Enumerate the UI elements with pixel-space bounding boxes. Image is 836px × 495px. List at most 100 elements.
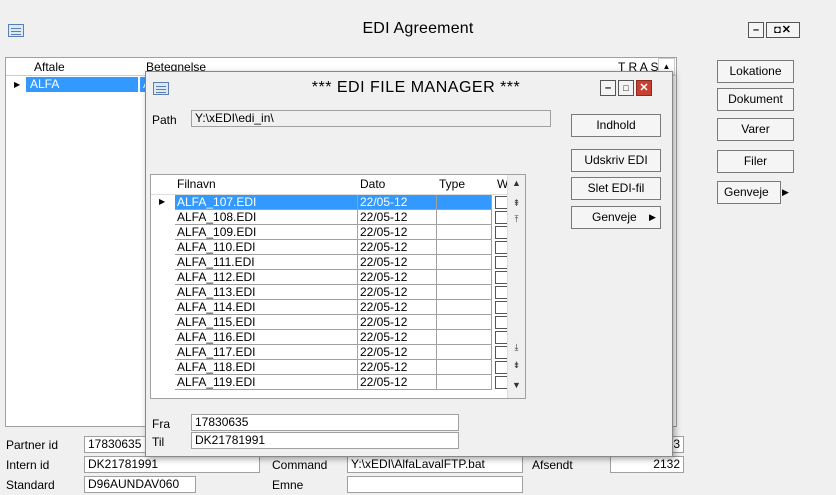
- standard-field[interactable]: D96AUNDAV060: [84, 476, 196, 493]
- varer-button[interactable]: Varer: [717, 118, 794, 141]
- file-row[interactable]: ALFA_108.EDI 22/05-12: [151, 210, 508, 225]
- lokation-button[interactable]: Lokatione: [717, 60, 794, 83]
- file-name-cell[interactable]: ALFA_118.EDI: [175, 360, 358, 375]
- partner-id-label: Partner id: [6, 438, 59, 452]
- file-name-cell[interactable]: ALFA_117.EDI: [175, 345, 358, 360]
- dialog-genveje-arrow-icon: ▶: [649, 212, 656, 222]
- grid-cell-aftale[interactable]: ALFA: [26, 77, 138, 92]
- scroll-pagedown-icon[interactable]: ⇟: [510, 359, 523, 372]
- file-rows: ▶ ALFA_107.EDI 22/05-12 ALFA_108.EDI 22/05-1…: [151, 195, 508, 398]
- file-row[interactable]: ALFA_118.EDI 22/05-12: [151, 360, 508, 375]
- fra-field[interactable]: 17830635: [191, 414, 459, 431]
- genveje-arrow-icon: ▶: [782, 187, 789, 197]
- file-type-cell[interactable]: [437, 225, 492, 240]
- file-row[interactable]: ALFA_111.EDI 22/05-12: [151, 255, 508, 270]
- file-row[interactable]: ALFA_110.EDI 22/05-12: [151, 240, 508, 255]
- file-table-scrollbar[interactable]: ▲ ⇞ ⤒ ⤓ ⇟ ▼: [507, 175, 525, 398]
- file-type-cell[interactable]: [437, 240, 492, 255]
- path-label: Path: [152, 113, 177, 127]
- file-date-cell[interactable]: 22/05-12: [358, 255, 437, 270]
- file-row[interactable]: ▶ ALFA_107.EDI 22/05-12: [151, 195, 508, 210]
- indhold-button[interactable]: Indhold: [571, 114, 661, 137]
- file-type-cell[interactable]: [437, 195, 492, 210]
- file-type-cell[interactable]: [437, 300, 492, 315]
- file-type-cell[interactable]: [437, 210, 492, 225]
- til-field[interactable]: DK21781991: [191, 432, 459, 449]
- file-name-cell[interactable]: ALFA_112.EDI: [175, 270, 358, 285]
- scroll-bottom-icon[interactable]: ⤓: [510, 341, 523, 354]
- genveje-button[interactable]: Genveje: [717, 181, 781, 204]
- col-aftale: Aftale: [34, 60, 65, 74]
- dialog-maximize-button[interactable]: □: [618, 80, 634, 96]
- file-row[interactable]: ALFA_112.EDI 22/05-12: [151, 270, 508, 285]
- file-date-cell[interactable]: 22/05-12: [358, 240, 437, 255]
- file-date-cell[interactable]: 22/05-12: [358, 225, 437, 240]
- file-date-cell[interactable]: 22/05-12: [358, 360, 437, 375]
- col-type: Type: [439, 177, 466, 191]
- file-name-cell[interactable]: ALFA_110.EDI: [175, 240, 358, 255]
- emne-label: Emne: [272, 478, 304, 492]
- file-row[interactable]: ALFA_119.EDI 22/05-12: [151, 375, 508, 390]
- command-field[interactable]: Y:\xEDI\AlfaLavalFTP.bat: [347, 456, 523, 473]
- dialog-app-icon: [153, 82, 169, 95]
- file-table-header: Filnavn Dato Type W: [151, 175, 508, 195]
- file-date-cell[interactable]: 22/05-12: [358, 375, 437, 390]
- dialog-minimize-button[interactable]: –: [600, 80, 616, 96]
- file-name-cell[interactable]: ALFA_107.EDI: [175, 195, 358, 210]
- file-name-cell[interactable]: ALFA_111.EDI: [175, 255, 358, 270]
- file-date-cell[interactable]: 22/05-12: [358, 195, 437, 210]
- scroll-pageup-icon[interactable]: ⇞: [510, 197, 523, 210]
- scroll-down-icon[interactable]: ▼: [510, 379, 523, 392]
- file-name-cell[interactable]: ALFA_115.EDI: [175, 315, 358, 330]
- dialog-close-button[interactable]: ✕: [636, 80, 652, 96]
- dokument-button[interactable]: Dokument: [717, 88, 794, 111]
- file-type-cell[interactable]: [437, 330, 492, 345]
- file-type-cell[interactable]: [437, 255, 492, 270]
- file-date-cell[interactable]: 22/05-12: [358, 270, 437, 285]
- dialog-title: *** EDI FILE MANAGER ***: [311, 79, 521, 96]
- minimize-button[interactable]: –: [748, 22, 764, 38]
- file-name-cell[interactable]: ALFA_113.EDI: [175, 285, 358, 300]
- intern-id-field[interactable]: DK21781991: [84, 456, 260, 473]
- afsendt-field[interactable]: 2132: [610, 456, 684, 473]
- file-name-cell[interactable]: ALFA_114.EDI: [175, 300, 358, 315]
- row-pointer-icon: ▶: [14, 80, 21, 89]
- file-row[interactable]: ALFA_109.EDI 22/05-12: [151, 225, 508, 240]
- afsendt-label: Afsendt: [532, 458, 573, 472]
- intern-id-label: Intern id: [6, 458, 50, 472]
- file-row[interactable]: ALFA_117.EDI 22/05-12: [151, 345, 508, 360]
- partner-id-field[interactable]: 17830635: [84, 436, 146, 453]
- file-name-cell[interactable]: ALFA_109.EDI: [175, 225, 358, 240]
- file-name-cell[interactable]: ALFA_116.EDI: [175, 330, 358, 345]
- file-date-cell[interactable]: 22/05-12: [358, 345, 437, 360]
- slet-edi-fil-button[interactable]: Slet EDI-fil: [571, 177, 661, 200]
- file-name-cell[interactable]: ALFA_108.EDI: [175, 210, 358, 225]
- file-type-cell[interactable]: [437, 375, 492, 390]
- udskriv-edi-button[interactable]: Udskriv EDI: [571, 149, 661, 172]
- file-type-cell[interactable]: [437, 315, 492, 330]
- file-date-cell[interactable]: 22/05-12: [358, 285, 437, 300]
- file-row[interactable]: ALFA_116.EDI 22/05-12: [151, 330, 508, 345]
- file-row[interactable]: ALFA_115.EDI 22/05-12: [151, 315, 508, 330]
- col-filnavn: Filnavn: [177, 177, 216, 191]
- file-date-cell[interactable]: 22/05-12: [358, 330, 437, 345]
- file-date-cell[interactable]: 22/05-12: [358, 315, 437, 330]
- filer-button[interactable]: Filer: [717, 150, 794, 173]
- emne-field[interactable]: [347, 476, 523, 493]
- scroll-up-icon[interactable]: ▲: [510, 177, 523, 190]
- file-name-cell[interactable]: ALFA_119.EDI: [175, 375, 358, 390]
- path-field[interactable]: Y:\xEDI\edi_in\: [191, 110, 551, 127]
- standard-label: Standard: [6, 478, 55, 492]
- file-type-cell[interactable]: [437, 345, 492, 360]
- row-pointer-icon: ▶: [159, 197, 166, 206]
- file-type-cell[interactable]: [437, 285, 492, 300]
- file-date-cell[interactable]: 22/05-12: [358, 300, 437, 315]
- file-row[interactable]: ALFA_114.EDI 22/05-12: [151, 300, 508, 315]
- restore-close-button[interactable]: ◘✕: [766, 22, 800, 38]
- dialog-genveje-button[interactable]: Genveje: [571, 206, 661, 229]
- file-type-cell[interactable]: [437, 360, 492, 375]
- file-row[interactable]: ALFA_113.EDI 22/05-12: [151, 285, 508, 300]
- scroll-top-icon[interactable]: ⤒: [510, 213, 523, 226]
- file-date-cell[interactable]: 22/05-12: [358, 210, 437, 225]
- file-type-cell[interactable]: [437, 270, 492, 285]
